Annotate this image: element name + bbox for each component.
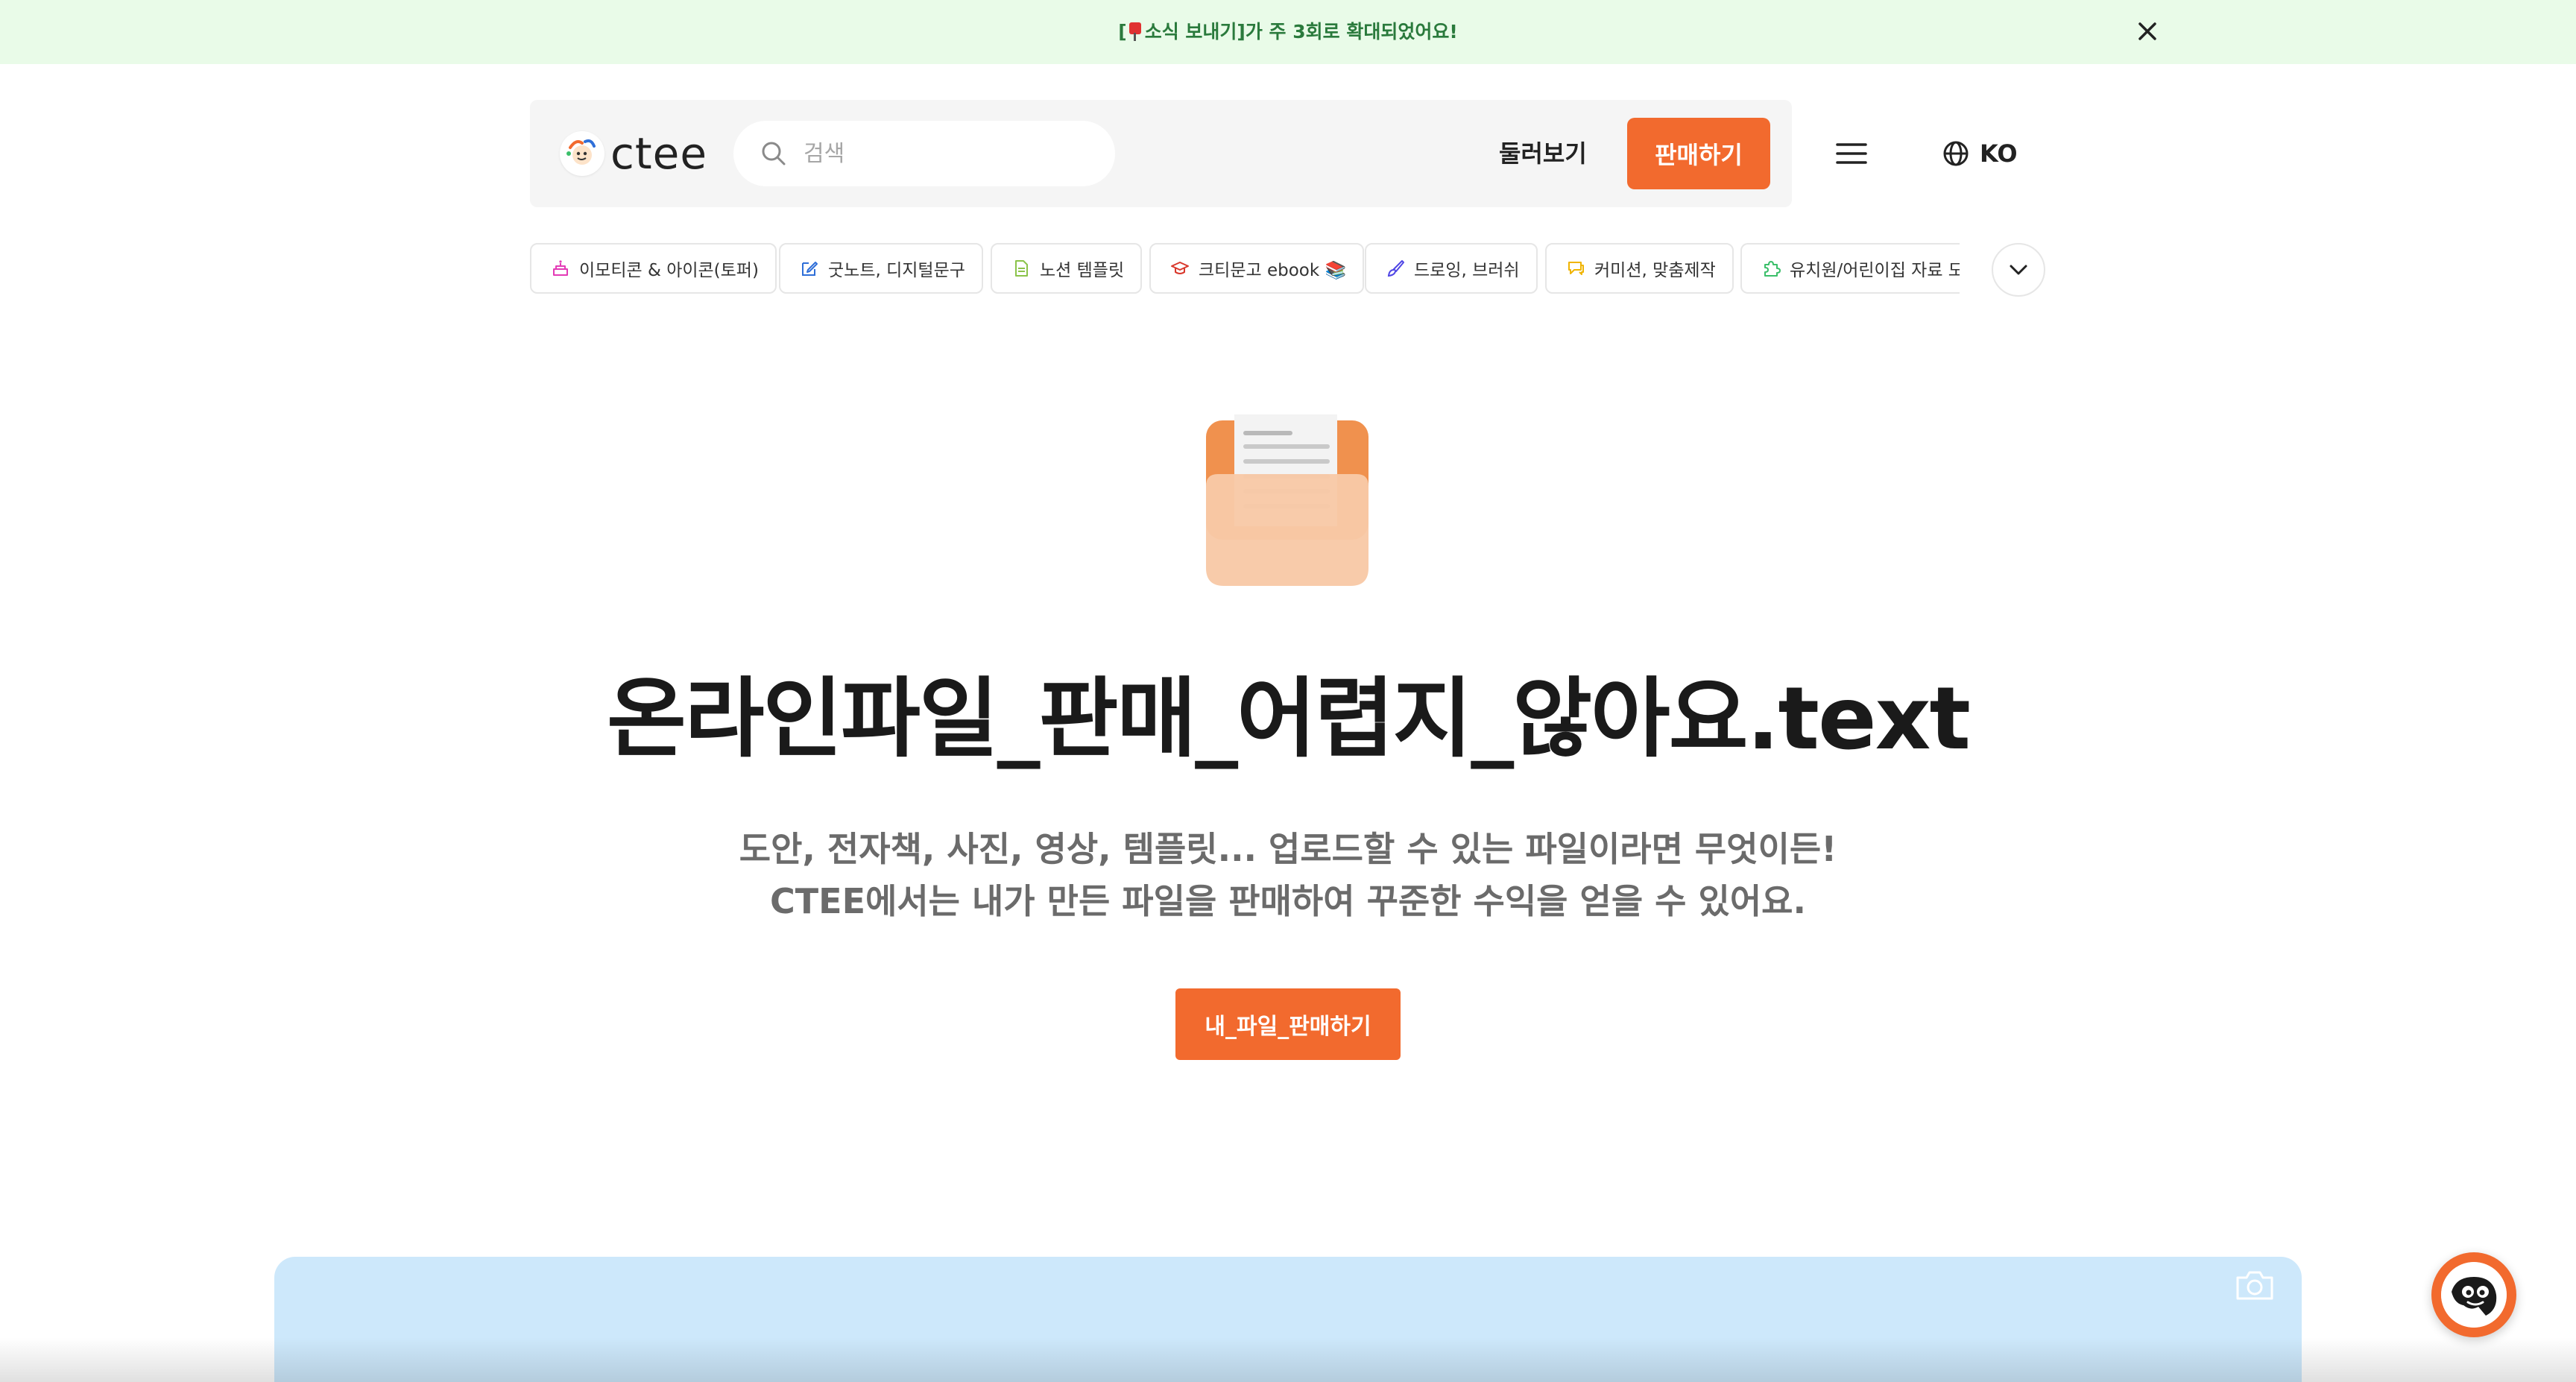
hero-title: 온라인파일_판매_어렵지_않아요.text: [607, 669, 1971, 769]
document-icon: [1015, 260, 1028, 277]
hero-subtitle-line-1: 도안, 전자책, 사진, 영상, 템플릿... 업로드할 수 있는 파일이라면 …: [739, 829, 1837, 869]
logo[interactable]: ctee: [560, 130, 707, 177]
language-selector[interactable]: KO: [1942, 136, 2018, 171]
category-chip-goodnote[interactable]: 굿노트, 디지털문구: [779, 243, 983, 294]
puzzle-icon: [1764, 261, 1781, 277]
graduation-cap-icon: [1171, 262, 1189, 274]
category-chip-notion[interactable]: 노션 템플릿: [991, 243, 1143, 294]
category-chip-ebook[interactable]: 크티문고 ebook 📚: [1149, 243, 1365, 294]
pencil-note-icon: [802, 262, 818, 276]
chat-support-button[interactable]: [2431, 1252, 2516, 1337]
file-folder-illustration: [1206, 414, 1368, 586]
category-chip-list: 이모티콘 & 아이콘(토퍼) 굿노트, 디지털문구 노션 템플릿 크티문고 eb…: [530, 243, 1976, 294]
category-chip-label: 이모티콘 & 아이콘(토퍼): [579, 261, 759, 280]
hero-subtitle-line-2: CTEE에서는 내가 만든 파일을 판매하여 꾸준한 수익을 얻을 수 있어요.: [770, 881, 1806, 921]
globe-icon: [1943, 141, 1969, 166]
search-input[interactable]: [804, 134, 1087, 173]
search-box[interactable]: [733, 121, 1115, 186]
category-chip-label: 굿노트, 디지털문구: [828, 261, 965, 280]
hero-subtitle: 도안, 전자책, 사진, 영상, 템플릿... 업로드할 수 있는 파일이라면 …: [0, 823, 2576, 927]
chevron-down-icon: [2010, 265, 2027, 275]
category-chip-label: 크티문고 ebook 📚: [1199, 261, 1347, 280]
category-chip-label: 노션 템플릿: [1040, 261, 1125, 280]
hamburger-menu-icon: [1836, 143, 1867, 164]
logo-mark-icon: [560, 131, 604, 176]
category-chip-commission[interactable]: 커미션, 맞춤제작: [1545, 243, 1734, 294]
sell-my-file-button[interactable]: 내_파일_판매하기: [1175, 988, 1401, 1060]
announcement-text: [ 소식 보내기]가 주 3회로 확대되었어요!: [0, 18, 2576, 46]
brush-icon: [1387, 260, 1404, 277]
announcement-message: 소식 보내기]가 주 3회로 확대되었어요!: [1144, 21, 1458, 42]
close-icon: [2138, 22, 2156, 40]
search-icon: [762, 142, 786, 165]
category-chip-label: 드로잉, 브러쉬: [1414, 261, 1520, 280]
chat-bubble-icon: [1568, 262, 1584, 275]
showcase-banner: [274, 1257, 2302, 1382]
category-chip-emoticon[interactable]: 이모티콘 & 아이콘(토퍼): [530, 243, 777, 294]
header: ctee 둘러보기 판매하기: [530, 100, 1792, 207]
mailbox-icon: [1128, 22, 1142, 41]
category-chip-label: 유치원/어린이집 자료 모음: [1790, 261, 1960, 280]
category-chip-label: 커미션, 맞춤제작: [1594, 261, 1716, 280]
sell-button[interactable]: 판매하기: [1627, 118, 1770, 189]
expand-categories-button[interactable]: [1992, 243, 2045, 297]
menu-button[interactable]: [1835, 139, 1868, 168]
mascot-face-icon: [2441, 1262, 2507, 1328]
announcement-prefix: [: [1118, 21, 1127, 42]
camera-icon[interactable]: [2235, 1269, 2275, 1301]
logo-text: ctee: [610, 128, 707, 179]
announcement-bar: [ 소식 보내기]가 주 3회로 확대되었어요!: [0, 0, 2576, 64]
category-chip-drawing[interactable]: 드로잉, 브러쉬: [1365, 243, 1538, 294]
cake-icon: [553, 260, 568, 276]
close-announcement-button[interactable]: [2135, 19, 2160, 44]
browse-link[interactable]: 둘러보기: [1499, 134, 1587, 173]
category-chip-kindergarten[interactable]: 유치원/어린이집 자료 모음: [1740, 243, 1960, 294]
language-label: KO: [1980, 139, 2018, 168]
